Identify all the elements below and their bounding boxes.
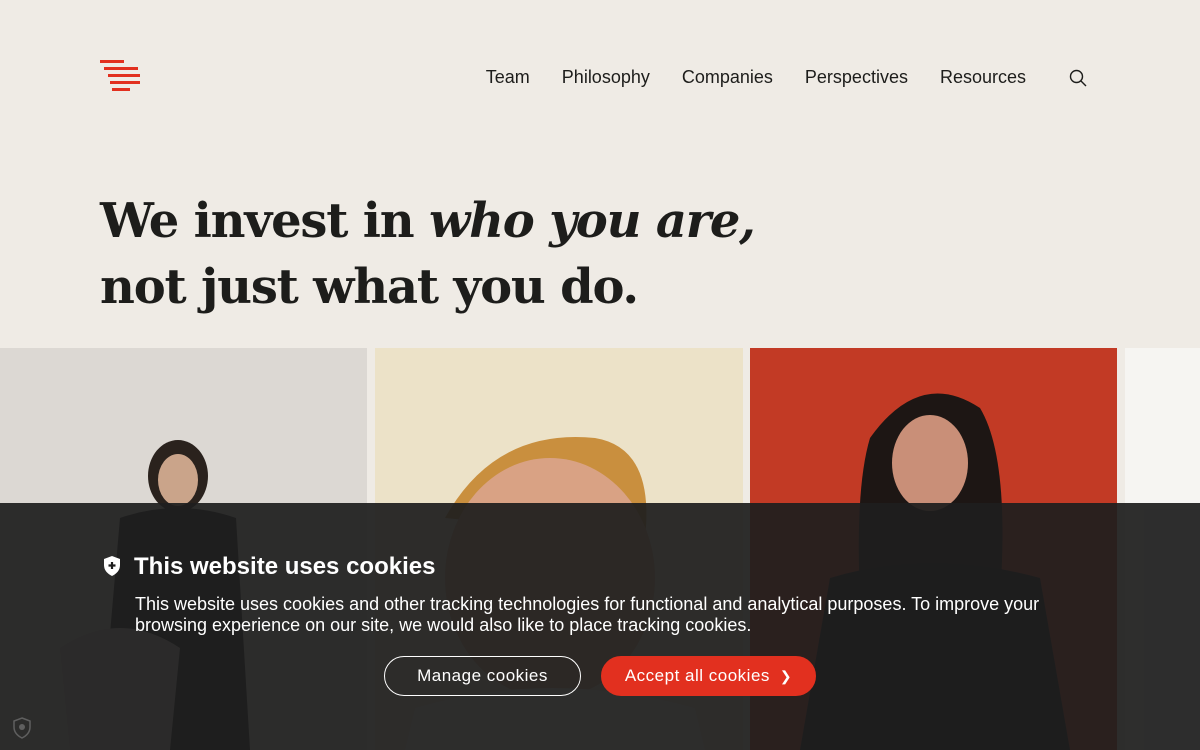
manage-cookies-button[interactable]: Manage cookies xyxy=(384,656,581,696)
search-icon[interactable] xyxy=(1068,68,1088,88)
nav-team[interactable]: Team xyxy=(486,66,530,88)
manage-cookies-label: Manage cookies xyxy=(417,666,548,685)
nav-perspectives[interactable]: Perspectives xyxy=(805,66,908,88)
hero-line2: not just what you do. xyxy=(100,259,639,315)
cookie-description: This website uses cookies and other trac… xyxy=(135,594,1040,635)
nav-companies[interactable]: Companies xyxy=(682,66,773,88)
nav-resources[interactable]: Resources xyxy=(940,66,1026,88)
accept-cookies-label: Accept all cookies xyxy=(624,666,770,685)
accept-all-cookies-button[interactable]: Accept all cookies ❯ xyxy=(601,656,816,696)
hero-headline: We invest in who you are, not just what … xyxy=(100,188,756,320)
nav-philosophy[interactable]: Philosophy xyxy=(562,66,650,88)
site-header: Team Philosophy Companies Perspectives R… xyxy=(0,0,1200,150)
hero-line1: We invest in who you are, xyxy=(100,193,756,249)
shield-icon xyxy=(104,556,120,576)
chevron-right-icon: ❯ xyxy=(779,667,793,684)
cookie-banner: This website uses cookies This website u… xyxy=(0,503,1200,750)
main-nav: Team Philosophy Companies Perspectives R… xyxy=(486,66,1026,88)
cookie-title: This website uses cookies xyxy=(134,553,436,580)
logo[interactable] xyxy=(100,60,142,94)
cookie-settings-icon[interactable] xyxy=(12,717,32,739)
